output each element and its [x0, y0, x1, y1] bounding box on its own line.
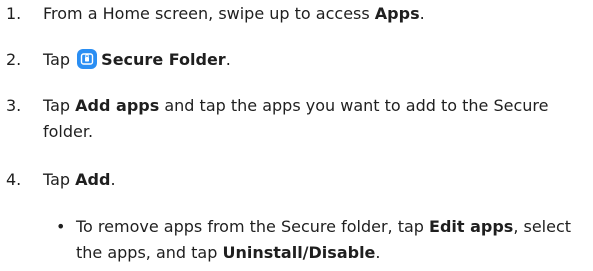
step-text-post: . — [110, 170, 116, 189]
step-text-pre: From a Home screen, swipe up to access — [43, 4, 375, 23]
step-number: 1. — [6, 4, 22, 23]
step-text: Tap Add apps and tap the apps you want t… — [43, 93, 583, 145]
step-text-post: . — [419, 4, 425, 23]
step-text-bold: Apps — [374, 4, 420, 23]
step-number: 3. — [6, 96, 22, 115]
sub-bullet-text: To remove apps from the Secure folder, t… — [76, 214, 588, 266]
secure-folder-icon — [77, 49, 98, 69]
step-text: Tap Add. — [43, 167, 116, 193]
step-text-bold: Add apps — [75, 96, 160, 115]
bullet-marker: • — [56, 217, 66, 236]
step-text-pre: Tap — [43, 50, 76, 69]
step-number: 4. — [6, 170, 22, 189]
step-text-bold: Secure Folder — [101, 50, 226, 69]
step-text: Tap Secure Folder. — [43, 47, 231, 73]
sub-text-bold-2: Uninstall/Disable — [222, 243, 376, 262]
sub-text-bold-1: Edit apps — [429, 217, 514, 236]
step-text-pre: Tap — [43, 170, 76, 189]
sub-text-pre: To remove apps from the Secure folder, t… — [76, 217, 430, 236]
step-text-pre: Tap — [43, 96, 76, 115]
step-text-post: . — [225, 50, 231, 69]
step-number: 2. — [6, 50, 22, 69]
sub-text-post: . — [375, 243, 381, 262]
step-text: From a Home screen, swipe up to access A… — [43, 1, 425, 27]
step-text-bold: Add — [75, 170, 111, 189]
